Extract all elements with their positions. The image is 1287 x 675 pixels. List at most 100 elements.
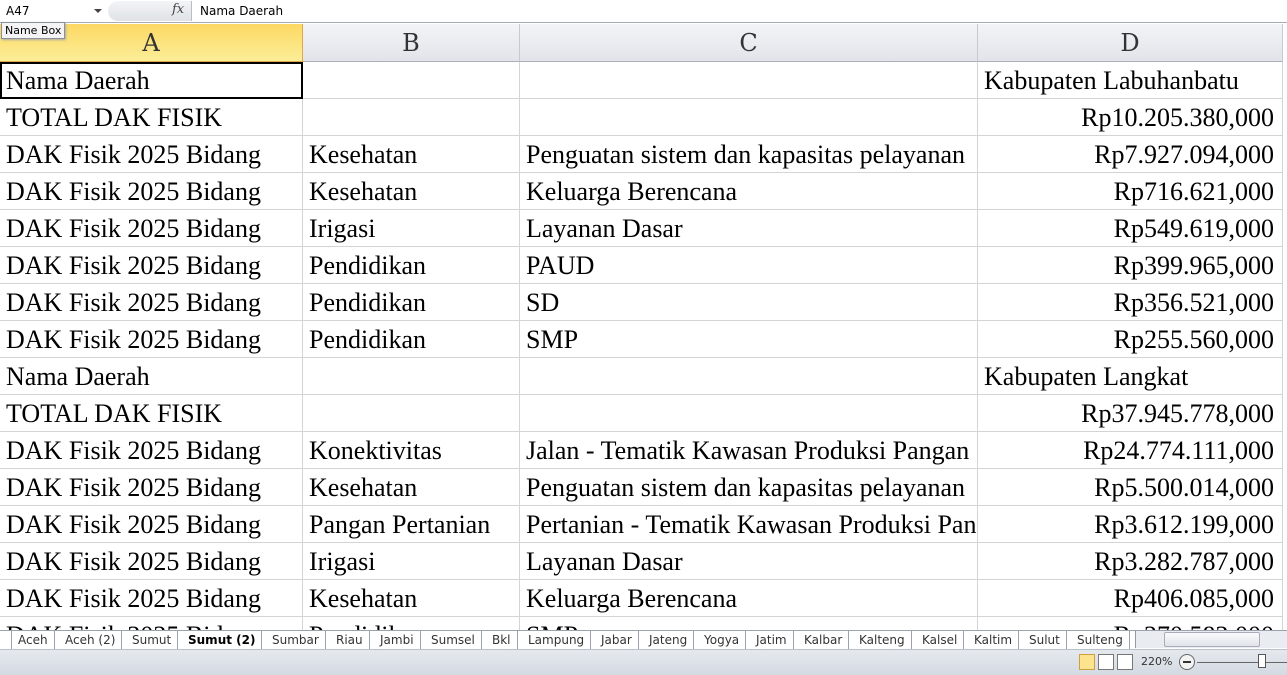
- cell-a[interactable]: DAK Fisik 2025 Bidang: [0, 136, 303, 173]
- column-header-d[interactable]: D: [978, 24, 1283, 62]
- table-row: Nama Daerah Kabupaten Labuhanbatu: [0, 62, 1287, 99]
- cell-b[interactable]: Kesehatan: [303, 580, 520, 617]
- cell-b[interactable]: [303, 395, 520, 432]
- sheet-tab[interactable]: Kaltim: [968, 631, 1020, 649]
- cell-b[interactable]: Irigasi: [303, 210, 520, 247]
- sheet-tab[interactable]: Sumbar: [266, 631, 326, 649]
- cell-d[interactable]: Rp255.560,000: [978, 321, 1283, 358]
- zoom-slider[interactable]: [1197, 662, 1287, 663]
- cell-d[interactable]: Rp7.927.094,000: [978, 136, 1283, 173]
- sheet-tab[interactable]: Riau: [330, 631, 370, 649]
- cell-d[interactable]: Kabupaten Langkat: [978, 358, 1283, 395]
- cell-b[interactable]: Pendidikan: [303, 321, 520, 358]
- cell-b[interactable]: Kesehatan: [303, 136, 520, 173]
- cell-b[interactable]: Kesehatan: [303, 469, 520, 506]
- name-box[interactable]: A47: [0, 0, 108, 22]
- cell-c[interactable]: Keluarga Berencana: [520, 173, 978, 210]
- cell-b[interactable]: [303, 62, 520, 99]
- horizontal-scrollbar[interactable]: [1135, 631, 1287, 648]
- scrollbar-thumb[interactable]: [1164, 632, 1260, 647]
- zoom-level[interactable]: 220%: [1141, 655, 1172, 668]
- cell-c[interactable]: [520, 62, 978, 99]
- cell-c[interactable]: SMP: [520, 321, 978, 358]
- page-layout-view-icon[interactable]: [1098, 654, 1114, 670]
- sheet-tab[interactable]: Aceh (2): [59, 631, 123, 649]
- cell-c[interactable]: Pertanian - Tematik Kawasan Produksi Pan…: [520, 506, 978, 543]
- cell-d[interactable]: Rp716.621,000: [978, 173, 1283, 210]
- cell-b[interactable]: [303, 99, 520, 136]
- sheet-tab[interactable]: Kalteng: [853, 631, 912, 649]
- cell-a[interactable]: DAK Fisik 2025 Bidang: [0, 247, 303, 284]
- column-header-c[interactable]: C: [520, 24, 978, 62]
- cell-c[interactable]: Penguatan sistem dan kapasitas pelayanan: [520, 136, 978, 173]
- sheet-tab[interactable]: Aceh: [12, 631, 55, 649]
- cell-b[interactable]: Pangan Pertanian: [303, 506, 520, 543]
- cell-d[interactable]: Kabupaten Labuhanbatu: [978, 62, 1283, 99]
- cell-d[interactable]: Rp3.612.199,000: [978, 506, 1283, 543]
- sheet-tab[interactable]: Sumsel: [425, 631, 482, 649]
- cell-c[interactable]: [520, 395, 978, 432]
- chevron-down-icon[interactable]: [94, 9, 102, 13]
- cell-d[interactable]: Rp3.282.787,000: [978, 543, 1283, 580]
- zoom-out-icon[interactable]: [1179, 654, 1195, 670]
- cell-a[interactable]: DAK Fisik 2025 Bidang: [0, 173, 303, 210]
- insert-function-icon[interactable]: fx: [172, 2, 184, 17]
- zoom-slider-thumb[interactable]: [1258, 654, 1266, 668]
- sheet-tab[interactable]: Bkl: [486, 631, 518, 649]
- cell-a[interactable]: TOTAL DAK FISIK: [0, 395, 303, 432]
- sheet-tab[interactable]: Sulteng: [1071, 631, 1130, 649]
- cell-c[interactable]: PAUD: [520, 247, 978, 284]
- cell-c[interactable]: SD: [520, 284, 978, 321]
- cell-d[interactable]: Rp549.619,000: [978, 210, 1283, 247]
- sheet-tab[interactable]: Jabar: [595, 631, 639, 649]
- cell-c[interactable]: Jalan - Tematik Kawasan Produksi Pangan: [520, 432, 978, 469]
- cell-b[interactable]: Pendidikan: [303, 284, 520, 321]
- cell-c[interactable]: Layanan Dasar: [520, 210, 978, 247]
- formula-input[interactable]: Nama Daerah: [200, 4, 283, 18]
- cell-d[interactable]: Rp37.945.778,000: [978, 395, 1283, 432]
- sheet-tab[interactable]: Jatim: [750, 631, 794, 649]
- cell-b[interactable]: Irigasi: [303, 543, 520, 580]
- page-break-view-icon[interactable]: [1117, 654, 1133, 670]
- cell-a[interactable]: DAK Fisik 2025 Bidang: [0, 432, 303, 469]
- cell-b[interactable]: Kesehatan: [303, 173, 520, 210]
- cell-a[interactable]: Nama Daerah: [0, 62, 303, 99]
- cell-a[interactable]: DAK Fisik 2025 Bidang: [0, 210, 303, 247]
- normal-view-icon[interactable]: [1079, 654, 1095, 670]
- sheet-tab[interactable]: Jambi: [374, 631, 421, 649]
- tab-scroll-icon[interactable]: [0, 631, 12, 649]
- cell-a[interactable]: DAK Fisik 2025 Bidang: [0, 506, 303, 543]
- cell-a[interactable]: DAK Fisik 2025 Bidang: [0, 284, 303, 321]
- cell-d[interactable]: Rp5.500.014,000: [978, 469, 1283, 506]
- cell-d[interactable]: Rp399.965,000: [978, 247, 1283, 284]
- cell-a[interactable]: Nama Daerah: [0, 358, 303, 395]
- cell-c[interactable]: Penguatan sistem dan kapasitas pelayanan: [520, 469, 978, 506]
- cell-c[interactable]: Keluarga Berencana: [520, 580, 978, 617]
- cell-b[interactable]: Konektivitas: [303, 432, 520, 469]
- cell-b[interactable]: Pendidikan: [303, 247, 520, 284]
- cell-d[interactable]: Rp356.521,000: [978, 284, 1283, 321]
- cell-c[interactable]: [520, 358, 978, 395]
- cell-d[interactable]: Rp406.085,000: [978, 580, 1283, 617]
- cell-d[interactable]: Rp24.774.111,000: [978, 432, 1283, 469]
- cell-a[interactable]: DAK Fisik 2025 Bidang: [0, 580, 303, 617]
- cell-c[interactable]: Layanan Dasar: [520, 543, 978, 580]
- cell-a[interactable]: DAK Fisik 2025 Bidang: [0, 469, 303, 506]
- sheet-tab[interactable]: Sumut: [126, 631, 179, 649]
- cell-a[interactable]: TOTAL DAK FISIK: [0, 99, 303, 136]
- cell-d[interactable]: Rp10.205.380,000: [978, 99, 1283, 136]
- sheet-tab[interactable]: Sulut: [1023, 631, 1067, 649]
- cell-a[interactable]: DAK Fisik 2025 Bidang: [0, 321, 303, 358]
- sheet-tab[interactable]: Yogya: [698, 631, 747, 649]
- sheet-tab[interactable]: Kalsel: [916, 631, 965, 649]
- cell-c[interactable]: [520, 99, 978, 136]
- cell-a[interactable]: DAK Fisik 2025 Bidang: [0, 543, 303, 580]
- formula-bar: A47 fx Nama Daerah: [0, 0, 1287, 23]
- table-row: DAK Fisik 2025 Bidang Pendidikan SMP Rp255.…: [0, 321, 1287, 358]
- sheet-tab[interactable]: Kalbar: [798, 631, 850, 649]
- column-header-b[interactable]: B: [303, 24, 520, 62]
- sheet-tab[interactable]: Jateng: [643, 631, 695, 649]
- sheet-tab[interactable]: Sumut (2): [182, 631, 263, 649]
- sheet-tab[interactable]: Lampung: [522, 631, 592, 649]
- cell-b[interactable]: [303, 358, 520, 395]
